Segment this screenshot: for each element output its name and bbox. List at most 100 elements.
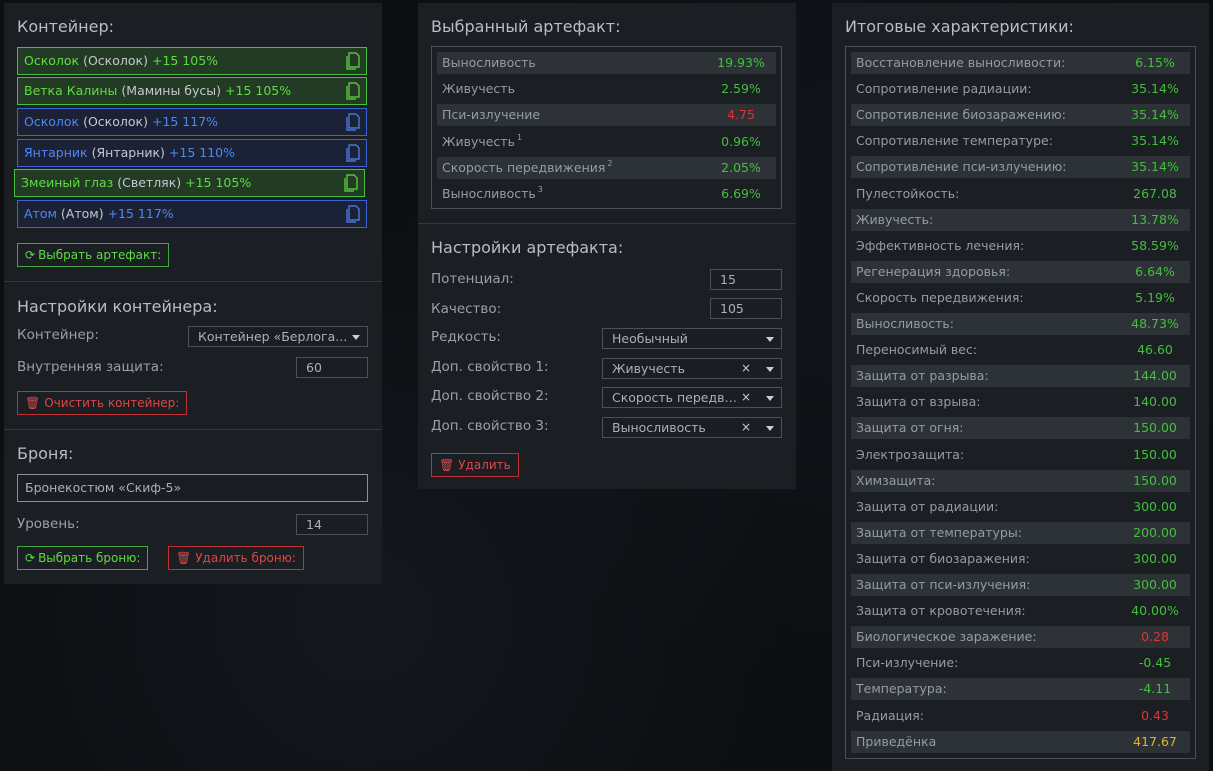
level-input[interactable]: 14 [296,514,368,535]
total-stat-row: Защита от радиации: 300.00 [851,496,1190,518]
select-armor-button[interactable]: ⟳ Выбрать броню: [17,546,149,570]
total-stat-row: Сопротивление биозаражению: 35.14% [851,104,1190,127]
prop2-select[interactable]: Скорость передви... × [602,387,782,408]
internal-protection-label: Внутренняя защита: [17,359,164,375]
chevron-down-icon [352,335,360,340]
artifact-type: (Янтарник) [91,145,165,160]
stat-name: Сопротивление пси-излучению: [856,159,1067,175]
container-select[interactable]: Контейнер «Берлога... [188,326,368,347]
trash-icon: 🗑 [25,396,41,410]
artifact-settings-title: Настройки артефакта: [431,238,624,257]
copy-icon[interactable] [346,113,360,131]
prop1-label: Доп. свойство 1: [431,359,549,375]
total-stat-row: Пулестойкость: 267.08 [851,183,1190,205]
total-stat-row: Эффективность лечения: 58.59% [851,235,1190,257]
stat-value: 200.00 [1133,524,1177,540]
stat-name: Живучесть 1 [442,132,523,149]
totals-title: Итоговые характеристики: [845,17,1074,36]
stat-value: 2.59% [721,81,761,97]
stat-name: Защита от кровотечения: [856,603,1026,619]
total-stat-row: Защита от кровотечения: 40.00% [851,600,1190,622]
stat-value: 417.67 [1133,733,1177,749]
artifact-stat-row: Выносливость 19.93% [437,52,776,74]
total-stat-row: Химзащита: 150.00 [851,469,1190,492]
delete-armor-button[interactable]: 🗑 Удалить броню: [168,546,304,570]
copy-icon[interactable] [346,52,360,70]
stat-name: Скорость передвижения 2 [442,158,613,175]
artifact-type: (Осколок) [83,114,148,129]
stat-name: Живучесть: [856,211,934,227]
container-item[interactable]: Атом (Атом) +15 117% [17,200,367,228]
copy-icon[interactable] [346,144,360,162]
stat-value: 0.28 [1141,629,1169,645]
trash-icon: 🗑 [176,551,192,565]
container-item[interactable]: Ветка Калины (Мамины бусы) +15 105% [17,77,367,105]
refresh-icon: ⟳ [25,551,36,565]
container-item[interactable]: Осколок (Осколок) +15 105% [17,47,367,75]
chevron-down-icon [766,337,774,342]
artifact-name: Янтарник [24,145,88,160]
artifact-type: (Мамины бусы) [121,83,222,98]
stat-value: 0.43 [1141,707,1169,723]
stat-name: Биологическое заражение: [856,629,1037,645]
quality-input[interactable]: 105 [710,298,782,319]
prop1-select[interactable]: Живучесть × [602,358,782,379]
stat-name: Скорость передвижения: [856,289,1024,305]
total-stat-row: Живучесть: 13.78% [851,208,1190,231]
copy-icon[interactable] [346,205,360,223]
total-stat-row: Температура: -4.11 [851,678,1190,701]
container-item[interactable]: Змеиный глаз (Светляк) +15 105% [14,169,365,197]
stat-name: Сопротивление радиации: [856,81,1032,97]
stat-value: 35.14% [1131,133,1179,149]
level-label: Уровень: [17,516,80,532]
quality-label: Качество: [431,301,502,317]
artifact-bonus: +15 105% [151,53,219,68]
prop3-select[interactable]: Выносливость × [602,417,782,438]
container-title: Контейнер: [17,17,115,36]
armor-title: Броня: [17,444,74,463]
chevron-down-icon [766,367,774,372]
delete-artifact-button[interactable]: 🗑 Удалить [431,453,519,477]
copy-icon[interactable] [346,82,360,100]
container-panel: Контейнер: Осколок (Осколок) +15 105% Ве… [4,3,382,584]
copy-icon[interactable] [344,174,358,192]
total-stat-row: Радиация: 0.43 [851,705,1190,727]
total-stat-row: Переносимый вес: 46.60 [851,339,1190,361]
select-artifact-button[interactable]: ⟳ Выбрать артефакт: [17,243,170,267]
total-stat-row: Защита от взрыва: 140.00 [851,391,1190,413]
clear-container-button[interactable]: 🗑 Очистить контейнер: [17,391,188,415]
internal-protection-input[interactable]: 60 [296,357,368,378]
total-stat-row: Электрозащита: 150.00 [851,444,1190,466]
container-item[interactable]: Осколок (Осколок) +15 117% [17,108,367,136]
stat-value: 6.69% [721,186,761,201]
total-stat-row: Скорость передвижения: 5.19% [851,287,1190,309]
prop3-label: Доп. свойство 3: [431,418,549,434]
stat-name: Температура: [856,681,947,697]
stat-name: Регенерация здоровья: [856,263,1011,279]
prop2-label: Доп. свойство 2: [431,388,549,404]
stat-value: 58.59% [1131,237,1179,253]
clear-icon[interactable]: × [741,388,751,407]
stat-value: -4.11 [1138,681,1172,697]
stat-value: 13.78% [1131,211,1179,227]
stat-value: 48.73% [1131,316,1179,331]
total-stat-row: Защита от температуры: 200.00 [851,521,1190,544]
clear-icon[interactable]: × [741,359,751,378]
container-item[interactable]: Янтарник (Янтарник) +15 110% [17,139,367,167]
stat-name: Защита от биозаражения: [856,550,1030,566]
artifact-bonus: +15 117% [107,206,174,221]
clear-icon[interactable]: × [741,418,751,437]
stat-value: 144.00 [1133,368,1177,384]
stat-value: 35.14% [1131,159,1179,175]
stat-value: -0.45 [1138,655,1172,671]
stat-value: 150.00 [1133,472,1177,488]
stat-name: Пси-излучение [442,107,541,123]
stat-value: 19.93% [717,55,765,70]
armor-field[interactable]: Бронекостюм «Скиф-5» [17,474,368,502]
potential-input[interactable]: 15 [710,269,782,290]
rarity-select[interactable]: Необычный [602,328,782,349]
artifact-panel: Выбранный артефакт: Выносливость 19.93% Ж… [418,3,796,489]
stat-name: Выносливость: [856,316,954,331]
artifact-bonus: +15 105% [185,175,252,190]
total-stat-row: Пси-излучение: -0.45 [851,652,1190,674]
